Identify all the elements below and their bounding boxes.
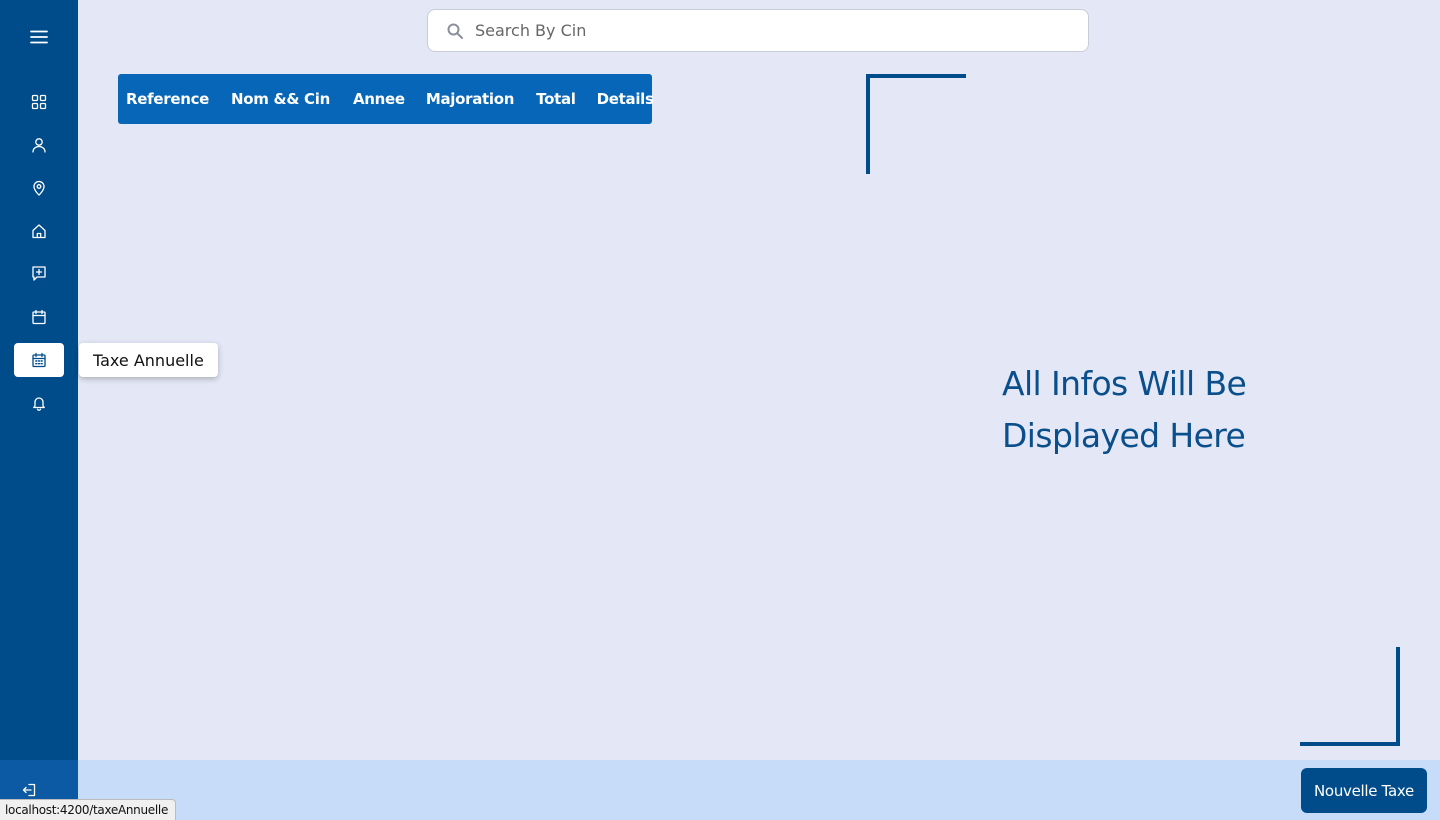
column-header-reference[interactable]: Reference — [126, 90, 209, 108]
menu-toggle-button[interactable] — [14, 20, 64, 54]
column-header-details[interactable]: Details — [597, 90, 654, 108]
search-input[interactable] — [473, 20, 1037, 41]
sidebar-item-dashboard[interactable] — [14, 85, 64, 119]
column-header-annee[interactable]: Annee — [353, 90, 405, 108]
logout-button[interactable] — [14, 780, 44, 800]
user-icon — [32, 138, 46, 153]
column-header-nom-cin[interactable]: Nom && Cin — [231, 90, 330, 108]
hamburger-menu-icon — [30, 30, 48, 44]
calendar-grid-icon — [32, 352, 46, 368]
bell-icon — [33, 397, 45, 411]
logout-icon — [22, 783, 36, 797]
sidebar-item-properties[interactable] — [14, 214, 64, 248]
sidebar-item-users[interactable] — [14, 128, 64, 162]
sidebar-item-taxe-annuelle[interactable] — [14, 343, 64, 377]
column-header-majoration[interactable]: Majoration — [426, 90, 515, 108]
add-square-icon — [32, 266, 46, 281]
calendar-icon — [32, 309, 46, 325]
sidebar-tooltip: Taxe Annuelle — [79, 343, 218, 377]
sidebar — [0, 0, 78, 820]
sidebar-item-notifications[interactable] — [14, 386, 64, 420]
info-panel-corner-bottom-right — [1300, 647, 1400, 746]
new-tax-button[interactable]: Nouvelle Taxe — [1301, 768, 1427, 813]
grid-icon — [31, 94, 47, 110]
status-bar-url: localhost:4200/taxeAnnuelle — [0, 799, 177, 820]
column-header-total[interactable]: Total — [536, 90, 576, 108]
map-pin-icon — [33, 180, 45, 196]
home-icon — [32, 224, 46, 239]
sidebar-item-calendar[interactable] — [14, 300, 64, 334]
search-bar — [427, 9, 1089, 52]
sidebar-item-locations[interactable] — [14, 171, 64, 205]
search-icon — [447, 23, 463, 39]
sidebar-item-add-entry[interactable] — [14, 256, 64, 290]
info-placeholder-text: All Infos Will Be Displayed Here — [1002, 364, 1247, 455]
table-header: Reference Nom && Cin Annee Majoration To… — [118, 74, 654, 124]
info-panel-corner-top-left — [866, 74, 966, 174]
footer-bar — [78, 760, 1440, 820]
